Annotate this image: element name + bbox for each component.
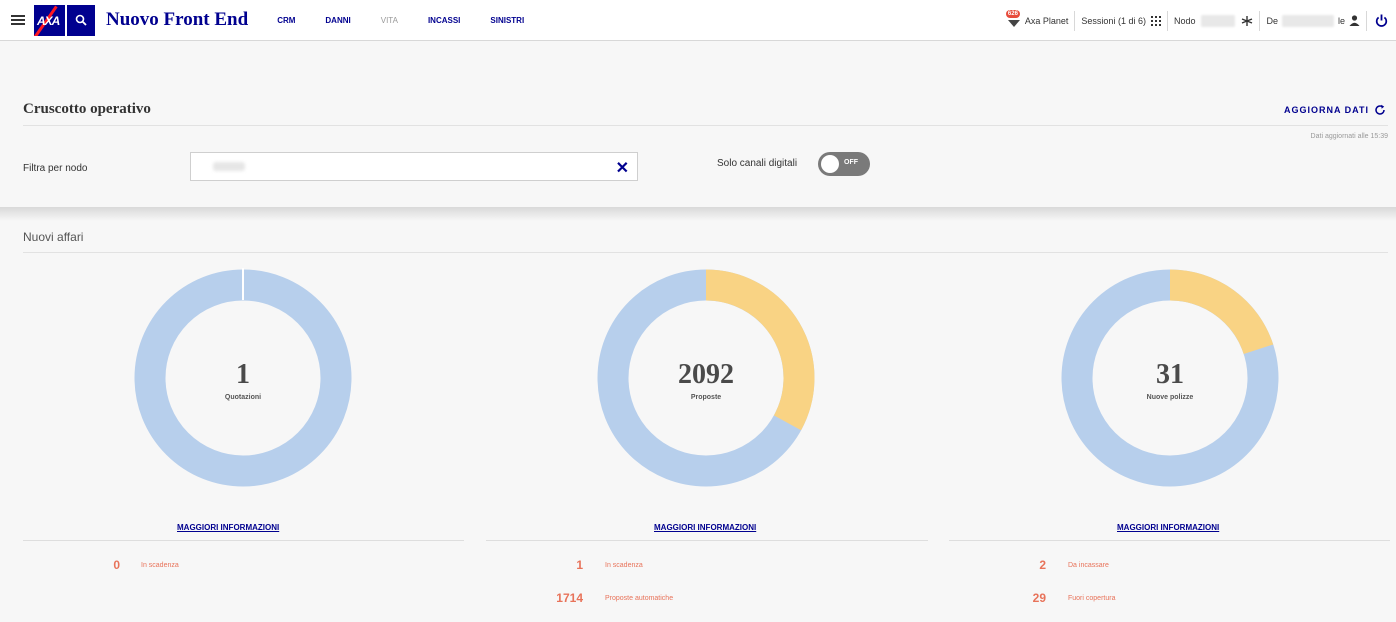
node-label: Nodo	[1173, 15, 1196, 26]
stat-value: 2	[1039, 558, 1046, 572]
app-title[interactable]: Nuovo Front End	[106, 9, 248, 31]
donut-total: 1	[236, 359, 250, 390]
stat-label: Fuori copertura	[1068, 595, 1116, 602]
more-info-link[interactable]: MAGGIORI INFORMAZIONI	[1117, 523, 1219, 532]
stat-value: 0	[113, 558, 120, 572]
top-bar: AXA Nuovo Front End CRM DANNI VITA INCAS…	[0, 0, 1396, 41]
donut-chart-proposte[interactable]: 2092 Proposte	[596, 268, 816, 488]
donut-total: 2092	[678, 359, 734, 390]
sessions-button[interactable]: Sessioni (1 di 6)	[1075, 10, 1168, 31]
stat-label: Proposte automatiche	[605, 595, 674, 602]
page-title: Cruscotto operativo	[23, 101, 151, 117]
user-name-suffix: le	[1337, 15, 1345, 26]
donut-label: Quotazioni	[224, 394, 262, 401]
menu-icon[interactable]	[11, 15, 25, 25]
axa-planet-link[interactable]: 626 Axa Planet	[999, 9, 1076, 31]
user-icon	[1349, 15, 1360, 26]
stat-label: In scadenza	[141, 562, 179, 569]
stat-value: 1714	[556, 591, 583, 605]
sessions-label: Sessioni (1 di 6)	[1081, 15, 1146, 26]
section-divider	[23, 252, 1388, 253]
refresh-icon	[1375, 104, 1385, 115]
toggle-knob	[821, 155, 839, 173]
refresh-data-button[interactable]: AGGIORNA DATI	[1284, 104, 1386, 116]
node-filter-label: Filtra per nodo	[23, 163, 88, 174]
donut-total: 31	[1156, 359, 1184, 390]
clear-icon[interactable]: ✕	[616, 158, 629, 178]
nav-sinistri[interactable]: SINISTRI	[475, 16, 539, 25]
donut-label: Proposte	[690, 394, 722, 401]
card-divider	[486, 540, 928, 541]
donut-chart-nuove-polizze[interactable]: 31 Nuove polizze	[1060, 268, 1280, 488]
more-info-link[interactable]: MAGGIORI INFORMAZIONI	[177, 523, 279, 532]
user-name-prefix: De	[1266, 15, 1278, 26]
main-nav: CRM DANNI VITA INCASSI SINISTRI	[262, 16, 539, 25]
user-name-redacted	[1281, 14, 1334, 27]
network-icon	[1242, 15, 1253, 26]
planet-icon: 626	[1005, 9, 1023, 29]
section-title: Nuovi affari	[23, 230, 84, 244]
more-info-link[interactable]: MAGGIORI INFORMAZIONI	[654, 523, 756, 532]
node-filter-value-redacted	[213, 162, 245, 171]
header-divider	[23, 125, 1388, 126]
section-separator-shadow	[0, 207, 1396, 221]
search-icon	[75, 14, 87, 26]
node-value-redacted	[1201, 14, 1236, 27]
card-divider	[949, 540, 1390, 541]
nav-incassi[interactable]: INCASSI	[413, 16, 475, 25]
node-filter-input[interactable]: ✕	[190, 152, 638, 181]
nav-crm[interactable]: CRM	[262, 16, 310, 25]
stat-label: Da incassare	[1068, 562, 1109, 569]
stat-value: 29	[1032, 591, 1046, 605]
axa-planet-label: Axa Planet	[1024, 15, 1069, 26]
stat-value: 1	[576, 558, 583, 572]
power-icon	[1375, 14, 1388, 27]
user-menu[interactable]: De le	[1260, 10, 1367, 31]
last-updated-text: Dati aggiornati alle 15:39	[1310, 133, 1388, 140]
top-right-toolbar: 626 Axa Planet Sessioni (1 di 6) Nodo De	[999, 0, 1396, 41]
refresh-label: AGGIORNA DATI	[1284, 105, 1369, 115]
card-divider	[23, 540, 464, 541]
logout-button[interactable]	[1367, 11, 1396, 31]
toggle-state: OFF	[844, 159, 858, 166]
digital-channels-toggle[interactable]: OFF	[818, 152, 870, 176]
node-selector[interactable]: Nodo	[1168, 10, 1261, 31]
nav-vita[interactable]: VITA	[366, 16, 413, 25]
grid-icon	[1150, 15, 1161, 26]
stat-label: In scadenza	[605, 562, 643, 569]
digital-channels-label: Solo canali digitali	[717, 158, 798, 169]
donut-label: Nuove polizze	[1146, 394, 1194, 401]
nav-danni[interactable]: DANNI	[310, 16, 365, 25]
search-button[interactable]	[67, 4, 95, 36]
axa-logo[interactable]: AXA	[34, 4, 65, 36]
notification-badge: 626	[1005, 9, 1020, 18]
donut-chart-quotazioni[interactable]: 1 Quotazioni	[133, 268, 353, 488]
